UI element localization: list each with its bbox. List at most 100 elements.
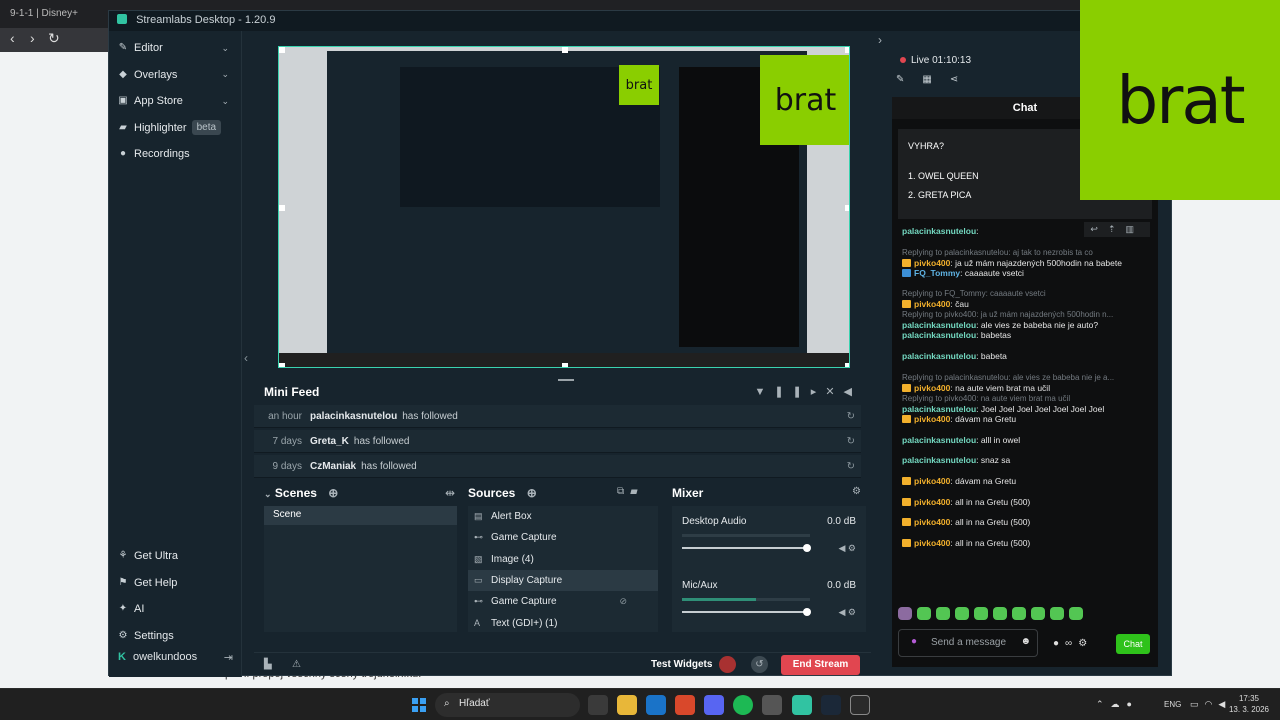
streamlabs-taskbar-icon[interactable] xyxy=(792,695,812,715)
brat-cover-window[interactable]: brat xyxy=(1080,0,1280,200)
emote-icon[interactable] xyxy=(917,607,931,620)
emote-icon[interactable] xyxy=(898,607,912,620)
chat-message[interactable]: Replying to FQ_Tommy: caaaaute vsetci piv… xyxy=(902,288,1152,310)
repeat-icon[interactable]: ↻ xyxy=(847,461,855,472)
chat-username[interactable]: pivko400 xyxy=(914,476,950,486)
group-icon[interactable]: ⧉ xyxy=(617,486,630,497)
chevron-down-icon[interactable]: ⌄ xyxy=(264,489,272,499)
language-indicator[interactable]: ENG xyxy=(1164,700,1181,709)
chevron-right-icon[interactable]: › xyxy=(878,33,882,47)
chat-message[interactable]: pivko400: all in na Gretu (500) xyxy=(902,497,1152,508)
chat-username[interactable]: pivko400 xyxy=(914,414,950,424)
gear-icon[interactable]: ⚙ xyxy=(1078,638,1093,649)
gear-icon[interactable]: ⚙ xyxy=(852,486,861,497)
resize-handle[interactable] xyxy=(279,363,285,367)
task-view-icon[interactable] xyxy=(588,695,608,715)
eye-hidden-icon[interactable]: ⊘ xyxy=(619,596,627,607)
file-explorer-icon[interactable] xyxy=(617,695,637,715)
chat-username[interactable]: palacinkasnutelou xyxy=(902,226,976,236)
dashboard-icon[interactable]: ▦ xyxy=(922,74,949,85)
add-source-icon[interactable]: ⊕ xyxy=(527,486,537,500)
source-item[interactable]: ▭ Display Capture xyxy=(468,569,658,592)
gear-icon[interactable]: ⚙ xyxy=(848,543,856,553)
chat-message[interactable]: palacinkasnutelou: snaz sa xyxy=(902,455,1152,466)
pause-icon[interactable]: ❚❚ xyxy=(774,386,810,398)
mic-icon[interactable]: ● xyxy=(1127,699,1139,709)
nav-overlays[interactable]: ◆ Overlays ⌄ xyxy=(109,62,241,89)
replay-buffer-button[interactable]: ↺ xyxy=(751,656,768,673)
chat-username[interactable]: pivko400 xyxy=(914,258,950,268)
chevron-up-icon[interactable]: ⌃ xyxy=(1096,699,1111,709)
chat-message[interactable]: palacinkasnutelou: xyxy=(902,226,1152,237)
clock[interactable]: 17:35 13. 3. 2026 xyxy=(1225,693,1273,715)
account-row[interactable]: K owelkundoos ⇥ xyxy=(109,645,242,669)
chat-username[interactable]: pivko400 xyxy=(914,517,950,527)
emote-icon[interactable] xyxy=(974,607,988,620)
volume-icon[interactable]: ◀ xyxy=(844,386,861,398)
speaker-icon[interactable]: ◀ xyxy=(838,607,845,617)
cloud-icon[interactable]: ☁ xyxy=(1111,699,1127,709)
emoji-icon[interactable]: ☻ xyxy=(1020,636,1031,647)
chat-message[interactable]: pivko400: all in na Gretu (500) xyxy=(902,517,1152,528)
outlook-icon[interactable] xyxy=(646,695,666,715)
photos-icon[interactable] xyxy=(762,695,782,715)
emote-icon[interactable] xyxy=(936,607,950,620)
chat-message[interactable]: Replying to pivko400: ja už mám najazden… xyxy=(902,309,1152,331)
edit-stream-icon[interactable]: ✎ xyxy=(896,74,922,85)
resize-handle[interactable] xyxy=(279,47,285,53)
chat-username[interactable]: pivko400 xyxy=(914,383,950,393)
reload-icon[interactable]: ↻ xyxy=(48,30,60,47)
share-icon[interactable]: ⋖ xyxy=(950,74,976,85)
chat-username[interactable]: pivko400 xyxy=(914,497,950,507)
skip-icon[interactable]: ▸ xyxy=(811,386,826,398)
chat-username[interactable]: palacinkasnutelou xyxy=(902,320,976,330)
nav-recordings[interactable]: ● Recordings xyxy=(109,141,241,168)
chat-message[interactable]: Replying to palacinkasnutelou: aj tak to… xyxy=(902,247,1152,269)
add-scene-icon[interactable]: ⊕ xyxy=(328,486,338,500)
chat-username[interactable]: palacinkasnutelou xyxy=(902,455,976,465)
speaker-icon[interactable]: ◀ xyxy=(838,543,845,553)
chat-send-button[interactable]: Chat xyxy=(1116,634,1150,654)
volume-slider[interactable] xyxy=(682,608,812,616)
volume-slider[interactable] xyxy=(682,544,812,552)
steam-icon[interactable] xyxy=(821,695,841,715)
nav-app-store[interactable]: ▣ App Store ⌄ xyxy=(109,88,241,115)
filter-icon[interactable]: ▼ xyxy=(754,386,774,398)
repeat-icon[interactable]: ↻ xyxy=(847,436,855,447)
repeat-icon[interactable]: ↻ xyxy=(847,411,855,422)
chat-message[interactable]: FQ_Tommy: caaaaute vsetci xyxy=(902,268,1152,279)
taskbar-search[interactable]: ⌕ Hľadať xyxy=(435,693,580,717)
wifi-icon[interactable]: ◠ xyxy=(1205,699,1219,709)
mic-icon[interactable]: ● xyxy=(911,636,917,647)
chat-message[interactable]: palacinkasnutelou: alll in owel xyxy=(902,435,1152,446)
stats-icon[interactable]: ▙ xyxy=(264,659,272,670)
chat-username[interactable]: pivko400 xyxy=(914,538,950,548)
source-item[interactable]: ⊷ Game Capture xyxy=(468,527,658,548)
chat-username[interactable]: palacinkasnutelou xyxy=(902,404,976,414)
logout-icon[interactable]: ⇥ xyxy=(224,651,233,664)
discord-icon[interactable] xyxy=(704,695,724,715)
chat-message[interactable]: Replying to palacinkasnutelou: ale vies … xyxy=(902,372,1152,394)
end-stream-button[interactable]: End Stream xyxy=(781,655,860,675)
infinity-icon[interactable]: ∞ xyxy=(1065,638,1078,649)
nav-get-ultra[interactable]: ⚘ Get Ultra xyxy=(109,543,242,570)
nav-get-help[interactable]: ⚑ Get Help xyxy=(109,570,242,597)
windows-start-icon[interactable] xyxy=(412,698,426,712)
back-icon[interactable]: ‹ xyxy=(10,30,15,46)
stream-preview[interactable]: brat brat xyxy=(278,46,850,368)
slider-knob[interactable] xyxy=(803,544,812,552)
source-item[interactable]: A Text (GDI+) (1) xyxy=(468,612,658,632)
scene-item[interactable]: Scene xyxy=(264,506,457,525)
nav-editor[interactable]: ✎ Editor ⌄ xyxy=(109,35,241,62)
chat-message[interactable]: Replying to pivko400: na aute viem brat … xyxy=(902,393,1152,415)
brave-icon[interactable] xyxy=(675,695,695,715)
emote-icon[interactable] xyxy=(1031,607,1045,620)
chat-username[interactable]: palacinkasnutelou xyxy=(902,330,976,340)
collapse-panel-icon[interactable]: ‹ xyxy=(244,351,248,365)
resize-handle[interactable] xyxy=(279,205,285,211)
nav-ai[interactable]: ✦ AI xyxy=(109,596,242,623)
chat-username[interactable]: palacinkasnutelou xyxy=(902,435,976,445)
emote-icon[interactable] xyxy=(993,607,1007,620)
source-item[interactable]: ▧ Image (4) xyxy=(468,549,658,570)
resize-handle[interactable] xyxy=(562,363,568,367)
